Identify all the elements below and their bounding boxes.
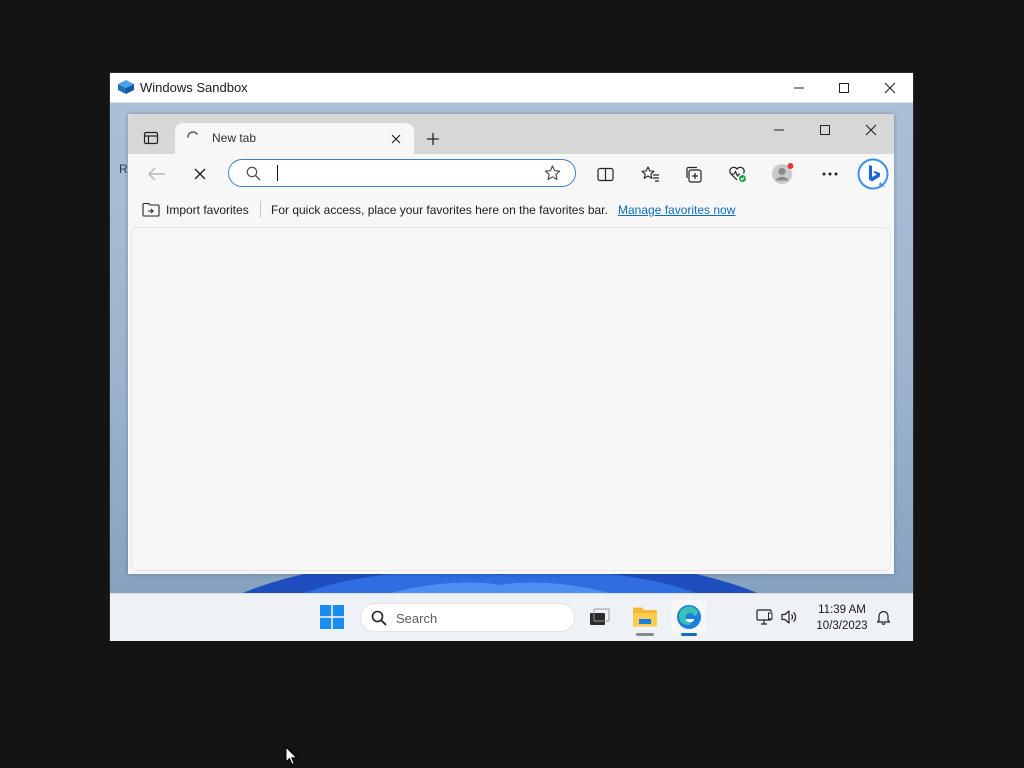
file-explorer-button[interactable]: [627, 600, 663, 636]
active-indicator: [681, 633, 697, 636]
mouse-pointer-icon: [285, 746, 298, 766]
clock-date: 10/3/2023: [816, 620, 868, 632]
sandbox-window: Windows Sandbox R New tab Import favorit…: [110, 73, 913, 641]
sandbox-title: Windows Sandbox: [140, 80, 248, 95]
file-explorer-icon: [633, 607, 657, 627]
favorites-bar-divider: [260, 201, 261, 218]
profile-icon: [772, 163, 794, 184]
stop-loading-icon: [194, 168, 206, 180]
tab-title: New tab: [212, 131, 257, 145]
more-button[interactable]: [815, 159, 845, 189]
favorites-icon: [640, 166, 659, 182]
tab-new-tab[interactable]: New tab: [175, 123, 414, 154]
browser-close-button[interactable]: [848, 118, 894, 142]
tab-close-button[interactable]: [389, 132, 403, 146]
page-content[interactable]: [131, 227, 891, 571]
windows-start-icon: [320, 605, 344, 629]
start-button[interactable]: [320, 605, 344, 629]
close-icon: [884, 82, 896, 93]
system-clock[interactable]: 11:39 AM 10/3/2023: [810, 602, 874, 634]
clock-time: 11:39 AM: [818, 604, 866, 616]
address-input[interactable]: [275, 163, 525, 183]
task-view-icon: [590, 608, 610, 625]
edge-taskbar-button[interactable]: [671, 600, 707, 636]
volume-button[interactable]: [780, 609, 798, 625]
split-screen-icon: [596, 167, 614, 181]
maximize-icon: [839, 82, 849, 93]
maximize-icon: [820, 125, 830, 135]
sandbox-titlebar[interactable]: Windows Sandbox: [110, 73, 913, 103]
address-bar[interactable]: [228, 159, 576, 187]
task-view-button[interactable]: [582, 600, 618, 634]
tab-strip: New tab: [128, 114, 894, 154]
minimize-icon: [774, 129, 784, 131]
edge-browser-window: New tab Import favorites For quick acces…: [128, 114, 894, 574]
running-indicator: [636, 633, 654, 636]
bing-copilot-button[interactable]: [856, 157, 890, 191]
bing-copilot-icon: [857, 158, 889, 190]
browser-maximize-button[interactable]: [802, 118, 848, 142]
collections-icon: [686, 166, 702, 183]
bell-icon: [876, 610, 891, 625]
sandbox-close-button[interactable]: [867, 73, 913, 102]
search-icon: [371, 610, 387, 626]
back-button[interactable]: [142, 159, 172, 189]
add-favorite-button[interactable]: [544, 165, 561, 181]
profile-button[interactable]: [768, 159, 798, 189]
desktop-icon-label[interactable]: R: [119, 162, 128, 176]
manage-favorites-link[interactable]: Manage favorites now: [618, 203, 735, 217]
sandbox-maximize-button[interactable]: [821, 73, 867, 102]
taskbar: Search 11:39 AM 10/3/2023: [110, 593, 913, 641]
plus-icon: [427, 133, 439, 145]
taskbar-search[interactable]: Search: [360, 603, 575, 632]
loading-spinner-icon: [186, 130, 200, 144]
minimize-icon: [794, 87, 804, 88]
new-tab-button[interactable]: [422, 128, 444, 150]
tab-actions-button[interactable]: [140, 127, 162, 149]
network-button[interactable]: [756, 609, 774, 626]
back-arrow-icon: [148, 167, 165, 181]
import-favorites-button[interactable]: Import favorites: [166, 203, 249, 217]
text-caret: [277, 165, 278, 181]
collections-button[interactable]: [679, 159, 709, 189]
edge-icon: [677, 605, 701, 629]
browser-toolbar: [128, 154, 894, 195]
close-icon: [865, 124, 877, 136]
more-icon: [822, 172, 838, 176]
browser-essentials-icon: [728, 166, 746, 182]
sandbox-logo-icon: [118, 80, 134, 94]
browser-essentials-button[interactable]: [722, 159, 752, 189]
split-screen-button[interactable]: [590, 159, 620, 189]
search-icon: [246, 166, 261, 181]
network-icon: [756, 609, 773, 625]
volume-icon: [781, 610, 797, 624]
browser-minimize-button[interactable]: [756, 118, 802, 142]
favorites-bar: Import favorites For quick access, place…: [128, 195, 894, 225]
close-icon: [391, 134, 401, 144]
favorites-button[interactable]: [635, 159, 665, 189]
notifications-button[interactable]: [876, 609, 891, 625]
sandbox-minimize-button[interactable]: [776, 73, 822, 102]
star-icon: [544, 165, 561, 181]
tab-actions-icon: [143, 131, 159, 145]
sandbox-desktop[interactable]: R New tab Import favorites For quick acc…: [110, 103, 913, 593]
stop-loading-button[interactable]: [185, 159, 215, 189]
import-favorites-icon[interactable]: [142, 201, 160, 217]
favorites-bar-message: For quick access, place your favorites h…: [271, 203, 608, 217]
taskbar-search-label: Search: [396, 611, 438, 626]
